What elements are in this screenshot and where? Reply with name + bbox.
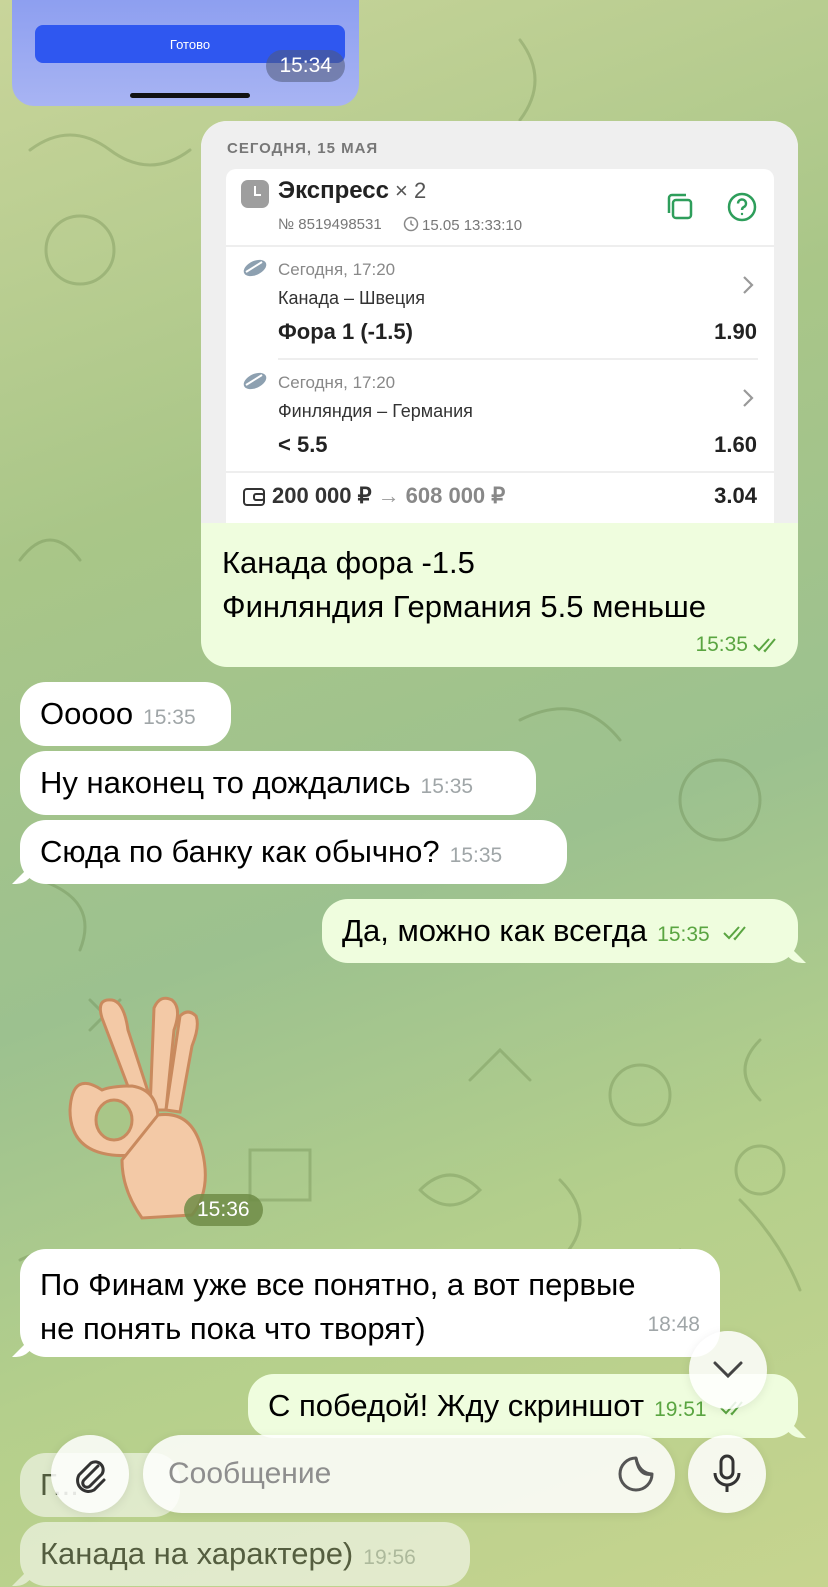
bet-multiplier: × 2 xyxy=(395,178,427,203)
bet-datetime: 15.05 13:33:10 xyxy=(422,217,523,234)
bet-screenshot-message[interactable]: СЕГОДНЯ, 15 МАЯ Экспресс × 2 № 8519498531… xyxy=(201,121,798,667)
microphone-icon xyxy=(713,1454,741,1492)
clock-icon xyxy=(241,180,269,208)
total-odds: 3.04 xyxy=(714,483,757,508)
scroll-down-button[interactable] xyxy=(689,1331,767,1409)
attach-button[interactable] xyxy=(51,1435,129,1513)
incoming-message[interactable]: Канада на характере) 19:56 xyxy=(20,1522,470,1586)
message-time: 19:56 xyxy=(363,1546,416,1569)
chevron-right-icon[interactable] xyxy=(742,388,754,408)
incoming-message[interactable]: Ооооо 15:35 xyxy=(20,682,231,746)
leg-odds: 1.90 xyxy=(714,319,757,344)
outgoing-message[interactable]: Да, можно как всегда 15:35 xyxy=(322,899,798,963)
caption-line: Канада фора -1.5 xyxy=(222,545,475,580)
paperclip-icon xyxy=(76,1460,106,1493)
divider xyxy=(226,471,774,473)
leg-match: Финляндия – Германия xyxy=(278,401,473,421)
double-check-icon xyxy=(753,638,776,653)
ok-hand-sticker[interactable] xyxy=(62,990,232,1220)
divider xyxy=(226,245,774,247)
hockey-puck-icon xyxy=(243,259,267,277)
home-indicator xyxy=(130,93,250,98)
hockey-puck-icon xyxy=(243,372,267,390)
microphone-button[interactable] xyxy=(688,1435,766,1513)
help-icon[interactable] xyxy=(726,191,758,223)
message-time: 18:48 xyxy=(647,1313,700,1336)
message-time: 15:35 xyxy=(657,923,710,946)
stake-row: 200 000 ₽ → 608 000 ₽ xyxy=(242,483,505,509)
caption-line: Финляндия Германия 5.5 меньше xyxy=(222,589,707,624)
bet-slip-image: СЕГОДНЯ, 15 МАЯ Экспресс × 2 № 8519498531… xyxy=(201,121,798,523)
message-time: 19:51 xyxy=(654,1398,707,1421)
chevron-down-icon xyxy=(713,1361,743,1379)
bet-type: Экспресс xyxy=(278,177,389,204)
message-text: Ооооо xyxy=(40,696,134,731)
bet-number: № 8519498531 xyxy=(278,216,382,233)
incoming-message[interactable]: Сюда по банку как обычно? 15:35 xyxy=(20,820,567,884)
message-time: 15:34 xyxy=(266,50,345,82)
bet-slip-card: Экспресс × 2 № 8519498531 15.05 13:33:10 … xyxy=(226,169,774,523)
leg-pick: Фора 1 (-1.5) xyxy=(278,319,413,344)
copy-icon[interactable] xyxy=(664,191,696,223)
message-time: 15:35 xyxy=(449,844,503,867)
wallet-icon xyxy=(243,488,265,506)
sticker-time: 15:36 xyxy=(184,1194,263,1226)
double-check-icon xyxy=(723,926,747,941)
message-time: 15:35 xyxy=(695,633,748,656)
message-input-placeholder: Сообщение xyxy=(168,1457,332,1490)
message-time-wrap: 15:35 xyxy=(695,633,782,657)
message-input[interactable]: Сообщение xyxy=(143,1435,675,1513)
message-text: Да, можно как всегда xyxy=(342,913,648,948)
message-text: Ну наконец то дождались xyxy=(40,765,411,800)
leg-when: Сегодня, 17:20 xyxy=(278,373,396,392)
incoming-message[interactable]: Ну наконец то дождались 15:35 xyxy=(20,751,536,815)
divider xyxy=(278,358,758,360)
chevron-right-icon[interactable] xyxy=(742,275,754,295)
leg-match: Канада – Швеция xyxy=(278,288,425,308)
leg-odds: 1.60 xyxy=(714,432,757,457)
message-text: Канада на характере) xyxy=(40,1536,354,1571)
date-header: СЕГОДНЯ, 15 МАЯ xyxy=(227,140,379,157)
stake-amount: 200 000 ₽ xyxy=(272,483,372,508)
message-time: 15:35 xyxy=(420,775,474,798)
sticker-icon[interactable] xyxy=(617,1455,655,1493)
incoming-message[interactable]: По Финам уже все понятно, а вот первые н… xyxy=(20,1249,720,1357)
message-text-line: не понять пока что творят) xyxy=(40,1311,426,1346)
message-time: 15:35 xyxy=(143,706,196,729)
bet-caption: Канада фора -1.5 Финляндия Германия 5.5 … xyxy=(222,541,706,629)
message-text-line: По Финам уже все понятно, а вот первые xyxy=(40,1267,636,1302)
message-text: С победой! Жду скриншот xyxy=(268,1388,645,1423)
message-text: Сюда по банку как обычно? xyxy=(40,834,440,869)
leg-pick: < 5.5 xyxy=(278,432,328,457)
time-icon xyxy=(403,216,419,232)
forwarded-image-message[interactable]: Готово 15:34 xyxy=(12,0,359,106)
leg-when: Сегодня, 17:20 xyxy=(278,260,396,279)
bet-datetime-wrap: 15.05 13:33:10 xyxy=(403,216,522,234)
stake-arrow: → xyxy=(377,483,400,508)
bet-type-title: Экспресс × 2 xyxy=(278,177,426,205)
payout-amount: 608 000 ₽ xyxy=(405,483,506,508)
